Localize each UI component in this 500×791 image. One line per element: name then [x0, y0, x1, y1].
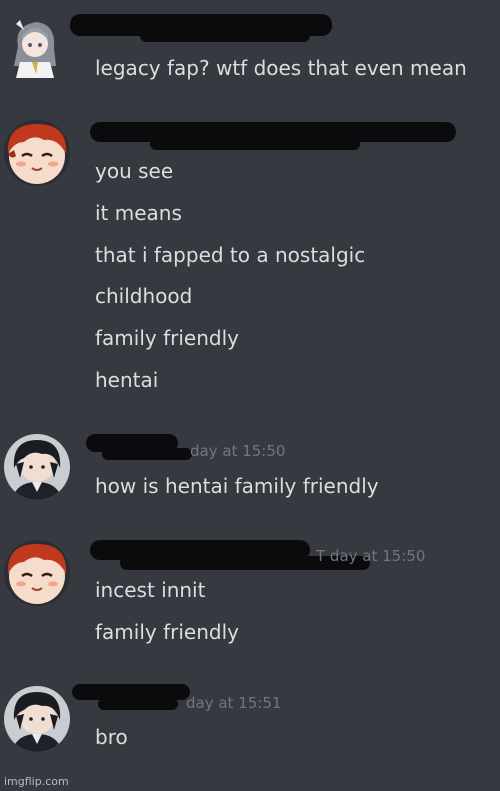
username-redaction — [150, 138, 360, 150]
redhead-boy-avatar-icon[interactable] — [4, 540, 70, 606]
message-text: that i fapped to a nostalgic — [95, 243, 366, 267]
message-text: childhood — [95, 284, 193, 308]
message-text: family friendly — [95, 326, 239, 350]
username-redaction — [102, 448, 192, 460]
username-redaction — [140, 30, 310, 42]
message-timestamp: day at 15:51 — [186, 694, 282, 712]
message-text: hentai — [95, 368, 159, 392]
message-text: bro — [95, 725, 128, 749]
message-text: incest innit — [95, 578, 206, 602]
message-text: it means — [95, 201, 182, 225]
imgflip-watermark: imgflip.com — [4, 775, 69, 788]
dark-hair-boy-avatar-icon[interactable] — [4, 434, 70, 500]
redhead-boy-avatar-icon[interactable] — [4, 120, 70, 186]
message-timestamp: day at 15:50 — [190, 442, 286, 460]
anime-girl-avatar-icon[interactable] — [6, 16, 64, 82]
message-text: family friendly — [95, 620, 239, 644]
username-redaction — [98, 698, 178, 710]
message-text: legacy fap? wtf does that even mean — [95, 56, 467, 80]
message-text: how is hentai family friendly — [95, 474, 379, 498]
message-text: you see — [95, 159, 174, 183]
dark-hair-boy-avatar-icon[interactable] — [4, 686, 70, 752]
message-timestamp: T day at 15:50 — [316, 547, 426, 565]
